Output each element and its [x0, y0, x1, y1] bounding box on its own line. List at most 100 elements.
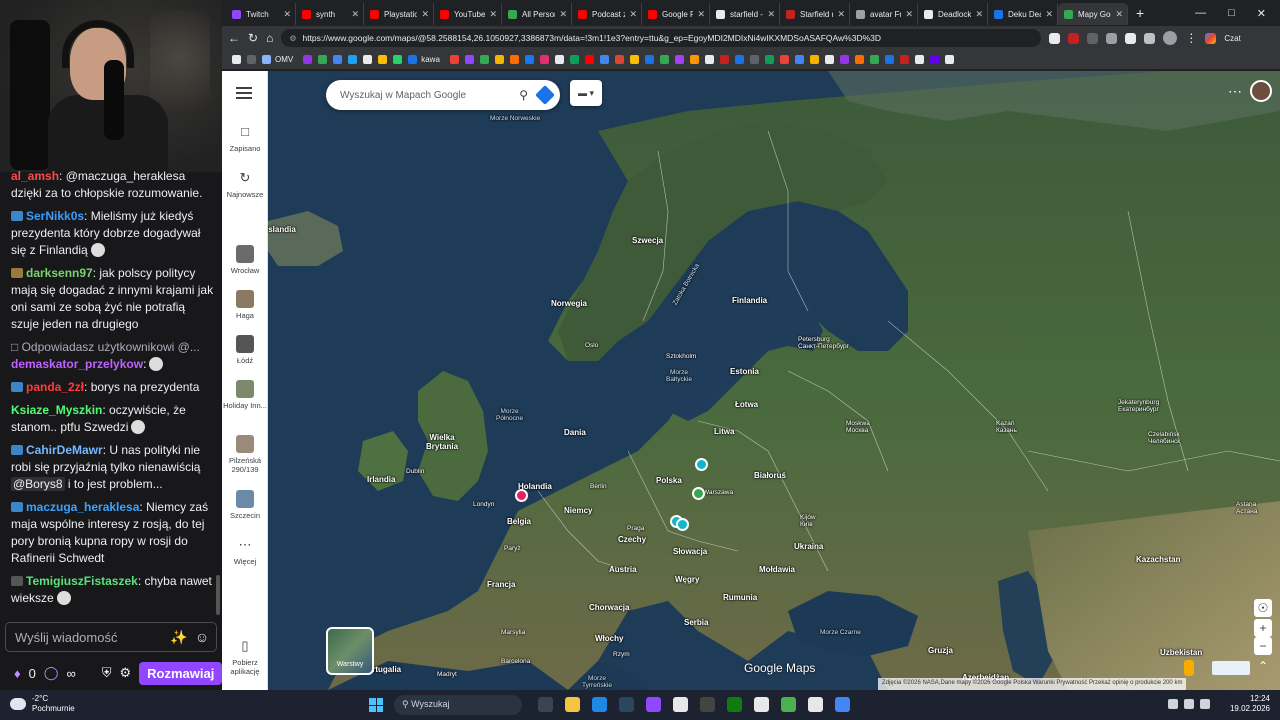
extension-icon[interactable]	[1144, 32, 1156, 44]
browser-tab[interactable]: Deadlock ✕	[918, 3, 988, 25]
shield-icon[interactable]: ⛨	[102, 665, 112, 681]
tab-close-icon[interactable]: ✕	[351, 9, 359, 20]
rail-place-lodz[interactable]: Łódź	[222, 335, 268, 365]
maps-search-input[interactable]: Wyszukaj w Mapach Google	[340, 90, 519, 101]
expand-icon[interactable]: ⌃	[1254, 657, 1272, 675]
file-explorer-icon[interactable]	[565, 697, 580, 712]
browser-tab[interactable]: Playstation ✕	[364, 3, 434, 25]
chat-mention[interactable]: @Borys8	[11, 477, 65, 491]
rail-place-haga[interactable]: Haga	[222, 290, 268, 320]
bookmark-icon[interactable]	[659, 55, 669, 64]
chrome-icon[interactable]	[835, 697, 850, 712]
bookmark-icon[interactable]	[869, 55, 879, 64]
zoom-in-button[interactable]: +	[1254, 619, 1272, 637]
bookmark-icon[interactable]	[884, 55, 894, 64]
tab-close-icon[interactable]: ✕	[697, 9, 705, 20]
back-icon[interactable]: ←	[228, 31, 240, 45]
browser-tab[interactable]: YouTube ✕	[434, 3, 502, 25]
menu-dots-icon[interactable]: ⋮	[1185, 31, 1197, 45]
gemini-icon[interactable]	[1205, 32, 1217, 44]
browser-tab[interactable]: Podcast z ✕	[572, 3, 642, 25]
rail-get-app[interactable]: ▯ Pobierz aplikację	[222, 637, 268, 676]
bookmark-icon[interactable]	[854, 55, 864, 64]
edge-icon[interactable]	[592, 697, 607, 712]
task-view-icon[interactable]	[538, 697, 553, 712]
imagery-thumbnails[interactable]	[1212, 661, 1250, 675]
chat-app-icon[interactable]	[754, 697, 769, 712]
emoji-icon[interactable]: ☺	[194, 629, 210, 645]
chat-username[interactable]: SerNikk0s	[26, 209, 84, 223]
chat-username[interactable]: al_amsh	[11, 169, 59, 183]
browser-tab[interactable]: synth ✕	[296, 3, 364, 25]
filter-button[interactable]: ▬ ▾	[570, 80, 602, 106]
extension-icon[interactable]	[1106, 32, 1118, 44]
bookmark-icon[interactable]	[554, 55, 564, 64]
bookmark-icon[interactable]	[318, 55, 328, 64]
bookmark-icon[interactable]	[363, 55, 373, 64]
bookmark-omv[interactable]: OMV	[275, 55, 293, 64]
account-avatar[interactable]	[1250, 80, 1272, 102]
document-icon[interactable]	[808, 697, 823, 712]
tab-close-icon[interactable]: ✕	[489, 9, 497, 20]
bookmark-icon[interactable]	[539, 55, 549, 64]
bookmark-icon[interactable]	[333, 55, 343, 64]
close-window-icon[interactable]: ✕	[1257, 7, 1266, 20]
taskbar-search[interactable]: ⚲ Wyszukaj	[394, 695, 522, 715]
bookmark-icon[interactable]	[794, 55, 804, 64]
bookmark-icon[interactable]	[408, 55, 418, 64]
bookmark-icon[interactable]	[689, 55, 699, 64]
extension-icon[interactable]	[1068, 32, 1080, 44]
twitch-icon[interactable]	[646, 697, 661, 712]
rail-place-szczecin[interactable]: Szczecin	[222, 490, 268, 520]
bookmark-icon[interactable]	[303, 55, 313, 64]
browser-tab[interactable]: All Personal ✕	[502, 3, 572, 25]
extension-icon[interactable]	[1125, 32, 1137, 44]
extension-icon[interactable]	[1087, 32, 1099, 44]
tab-close-icon[interactable]: ✕	[1115, 9, 1123, 20]
new-tab-icon[interactable]: +	[1136, 5, 1144, 21]
bookmark-icon[interactable]	[449, 55, 459, 64]
windows-start-icon[interactable]	[369, 698, 383, 712]
bookmark-icon[interactable]	[914, 55, 924, 64]
sparkle-icon[interactable]: ✨	[170, 629, 187, 645]
bookmark-icon[interactable]	[393, 55, 403, 64]
rail-place-pilzenska[interactable]: Pilzeńská 290/139	[222, 435, 268, 474]
saved-place-pin[interactable]	[515, 489, 528, 502]
prediction-icon[interactable]: ◯	[44, 665, 59, 681]
chat-username[interactable]: demaskator_przelykow	[11, 357, 143, 371]
search-icon[interactable]: ⚲	[519, 88, 528, 102]
home-icon[interactable]: ⌂	[266, 31, 273, 45]
chat-username[interactable]: TemigiuszFistaszek	[26, 574, 138, 588]
tab-close-icon[interactable]: ✕	[1045, 9, 1053, 20]
spreadsheet-icon[interactable]	[781, 697, 796, 712]
address-bar[interactable]: ⚙ https://www.google.com/maps/@58.258815…	[281, 29, 1042, 47]
maps-search-box[interactable]: Wyszukaj w Mapach Google ⚲	[326, 80, 560, 110]
rail-more[interactable]: ⋯ Więcej	[222, 536, 268, 566]
bookmark-icon[interactable]	[944, 55, 954, 64]
maximize-icon[interactable]: □	[1228, 7, 1235, 19]
chat-scrollbar[interactable]	[216, 575, 220, 615]
browser-tab[interactable]: Twitch ✕	[226, 3, 296, 25]
chat-username[interactable]: Ksiaze_Myszkin	[11, 403, 102, 417]
bookmark-icon[interactable]	[824, 55, 834, 64]
bookmark-icon[interactable]	[719, 55, 729, 64]
saved-place-pin[interactable]	[695, 458, 708, 471]
rail-recent[interactable]: ↻ Najnowsze	[222, 169, 268, 199]
directions-icon[interactable]	[535, 85, 555, 105]
settings-gear-icon[interactable]: ⚙	[119, 665, 131, 681]
bookmark-icon[interactable]	[247, 55, 256, 64]
bookmark-icon[interactable]	[809, 55, 819, 64]
chat-button[interactable]: Czat	[1224, 34, 1240, 43]
bookmark-icon[interactable]	[929, 55, 939, 64]
browser-tab[interactable]: Starfield n ✕	[780, 3, 850, 25]
weather-widget[interactable]: -2°C Pochmurnie	[10, 694, 75, 714]
chat-username[interactable]: darksenn97	[26, 266, 93, 280]
saved-place-pin[interactable]	[676, 518, 689, 531]
steam-icon[interactable]	[619, 697, 634, 712]
bookmark-icon[interactable]	[704, 55, 714, 64]
bookmark-icon[interactable]	[674, 55, 684, 64]
tab-close-icon[interactable]: ✕	[559, 9, 567, 20]
rail-saved[interactable]: □ Zapisano	[222, 123, 268, 153]
bookmark-kawa[interactable]: kawa	[421, 55, 440, 64]
map-canvas[interactable]: Wyszukaj w Mapach Google ⚲ ▬ ▾ ⋯ Morze N…	[266, 71, 1280, 690]
